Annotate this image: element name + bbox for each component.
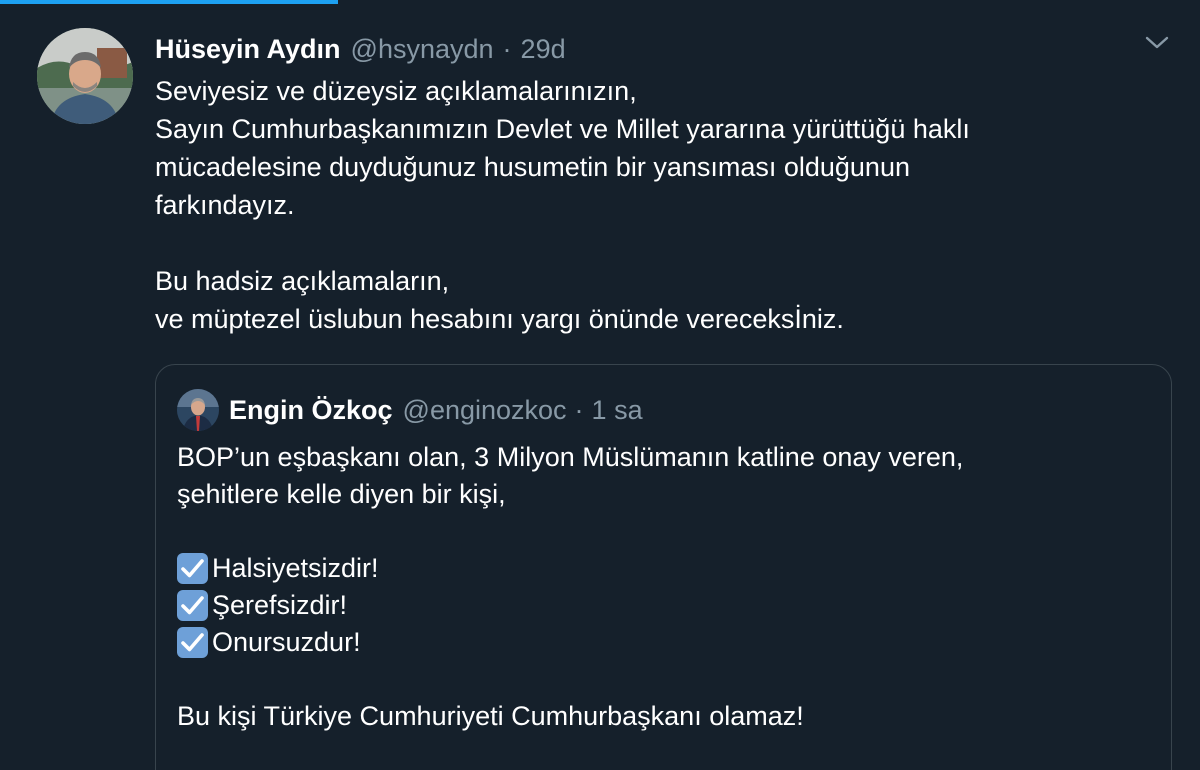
separator-dot: · xyxy=(502,34,512,64)
tweet-header: Hüseyin Aydın @hsynaydn · 29d xyxy=(155,32,566,66)
check-mark-button-icon xyxy=(177,590,208,621)
tweet-text-line: Seviyesiz ve düzeysiz açıklamalarınızın, xyxy=(155,76,637,106)
tweet-timestamp[interactable]: 29d xyxy=(521,32,566,66)
quoted-tweet[interactable]: Engin Özkoç @enginozkoc · 1 sa BOP’un eş… xyxy=(155,364,1172,770)
author-name[interactable]: Hüseyin Aydın xyxy=(155,32,341,66)
paragraph-break xyxy=(177,513,1157,550)
author-handle[interactable]: @hsynaydn xyxy=(351,32,494,66)
quoted-author-name: Engin Özkoç xyxy=(229,394,393,425)
paragraph-break xyxy=(155,224,1155,262)
checklist-item-label: Onursuzdur! xyxy=(212,627,361,657)
tweet-text-line: mücadelesine duyduğunuz husumetin bir ya… xyxy=(155,152,910,182)
checklist-item: Halsiyetsizdir! xyxy=(177,550,1157,587)
tweet[interactable]: Hüseyin Aydın @hsynaydn · 29d Seviyesiz … xyxy=(0,4,1200,770)
tweet-text-line: ve müptezel üslubun hesabını yargı önünd… xyxy=(155,304,844,334)
checklist-item-label: Halsiyetsizdir! xyxy=(212,553,379,583)
avatar[interactable] xyxy=(37,28,133,124)
quoted-text: BOP’un eşbaşkanı olan, 3 Milyon Müslüman… xyxy=(177,439,1157,735)
tweet-text-line: Sayın Cumhurbaşkanımızın Devlet ve Mille… xyxy=(155,114,970,144)
check-mark-button-icon xyxy=(177,553,208,584)
checklist-item: Şerefsizdir! xyxy=(177,587,1157,624)
tweet-page: Hüseyin Aydın @hsynaydn · 29d Seviyesiz … xyxy=(0,0,1200,770)
chevron-down-icon xyxy=(1144,35,1170,56)
more-menu-button[interactable] xyxy=(1142,30,1172,60)
quoted-text-line: şehitlere kelle diyen bir kişi, xyxy=(177,479,506,509)
quoted-text-line: Bu kişi Türkiye Cumhuriyeti Cumhurbaşkan… xyxy=(177,701,804,731)
quoted-avatar[interactable] xyxy=(177,389,219,431)
quoted-text-line: BOP’un eşbaşkanı olan, 3 Milyon Müslüman… xyxy=(177,442,964,472)
tweet-text-line: Bu hadsiz açıklamaların, xyxy=(155,266,450,296)
quoted-author-handle: @enginozkoc xyxy=(402,394,567,425)
check-mark-button-icon xyxy=(177,627,208,658)
checklist-item: Onursuzdur! xyxy=(177,624,1157,661)
paragraph-break xyxy=(177,661,1157,698)
separator-dot: · xyxy=(574,394,584,425)
tweet-text: Seviyesiz ve düzeysiz açıklamalarınızın,… xyxy=(155,72,1155,338)
tweet-text-line: farkındayız. xyxy=(155,190,295,220)
quoted-header: Engin Özkoç @enginozkoc · 1 sa xyxy=(229,389,643,431)
checklist-item-label: Şerefsizdir! xyxy=(212,590,348,620)
quoted-timestamp: 1 sa xyxy=(591,394,643,425)
